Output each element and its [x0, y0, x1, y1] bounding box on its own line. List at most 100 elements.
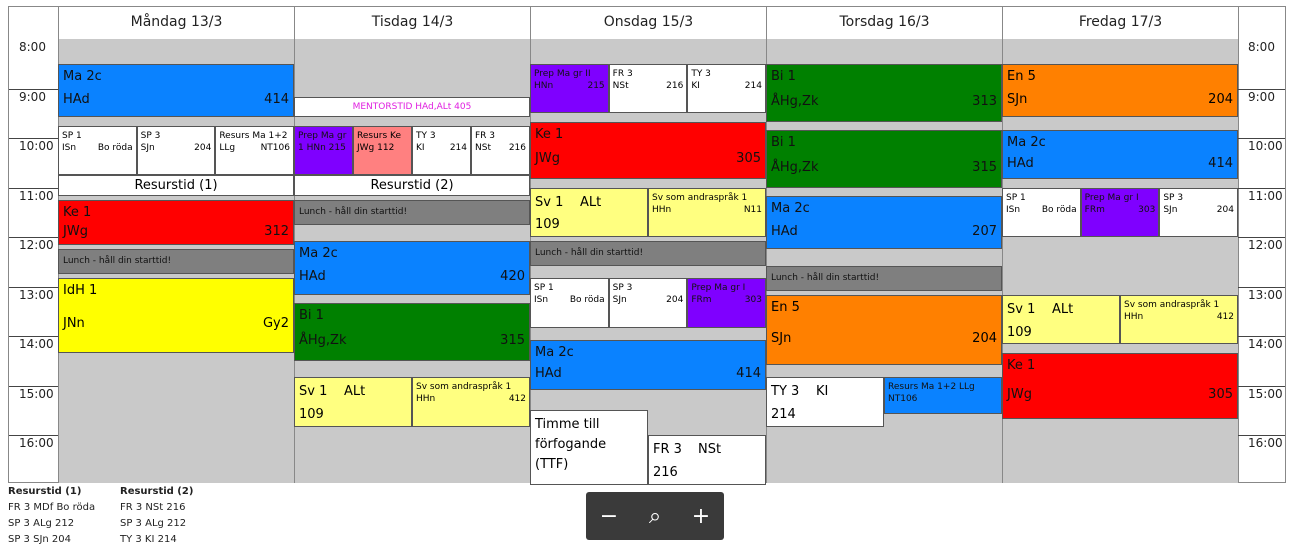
lesson-block[interactable]: SP 1 ISn Bo röda [1002, 187, 1081, 237]
lesson-block[interactable]: Prep Ma gr I FRm 303 [687, 278, 766, 328]
lesson-text: Ma 2c [535, 345, 574, 361]
lesson-block[interactable]: Resurstid (2) [294, 175, 530, 196]
lesson-block[interactable]: Ke 1 JWg 305 [1002, 352, 1238, 419]
lesson-block[interactable]: MENTORSTID HAd,ALt 405 [294, 96, 530, 118]
lesson-block[interactable]: Sv som andraspråk 1 HHn 412 [1120, 294, 1238, 345]
lesson-block[interactable]: Resurstid (1) [58, 175, 294, 196]
lesson-block[interactable]: Sv 1 ALt 109 [294, 377, 412, 427]
lesson-text: 315 [972, 159, 997, 175]
zoom-in-button[interactable]: + [681, 504, 721, 529]
lesson-text: Lunch - håll din starttid! [771, 272, 880, 283]
lesson-block[interactable]: Bi 1 ÅHg,Zk 313 [766, 63, 1002, 122]
lesson-block[interactable]: SP 1 ISn Bo röda [58, 125, 137, 176]
lesson-text: 414 [264, 91, 289, 107]
lesson-block[interactable]: En 5 SJn 204 [1002, 63, 1238, 118]
lesson-block[interactable]: IdH 1 JNn Gy2 [58, 278, 294, 353]
lesson-block[interactable]: Resurs Ke JWg 112 [353, 125, 412, 176]
lesson-text: 215 [587, 80, 605, 91]
zoom-out-button[interactable]: − [589, 504, 629, 529]
lesson-block[interactable]: Lunch - håll din starttid! [766, 265, 1002, 291]
lesson-text: Resurstid (1) [134, 177, 218, 193]
lesson-text: FR 3 [612, 68, 633, 79]
lesson-text: Sv 1 [535, 194, 564, 210]
day-header: Torsdag 16/3 [766, 7, 1002, 39]
hour-label: 13:00 [1248, 287, 1283, 302]
lesson-text: 216 [666, 80, 684, 91]
lesson-block[interactable]: Bi 1 ÅHg,Zk 315 [294, 303, 530, 361]
lesson-block[interactable]: Prep Ma gr I FRm 303 [1080, 187, 1160, 237]
lesson-text: ÅHg,Zk [299, 332, 347, 348]
lesson-text: 204 [666, 295, 684, 306]
lesson-text: SP 3 [612, 283, 633, 294]
lesson-block[interactable]: SP 1 ISn Bo röda [530, 278, 609, 328]
lesson-block[interactable]: Lunch - håll din starttid! [58, 249, 294, 275]
hour-label: 10:00 [19, 139, 54, 153]
lesson-text: HAd [299, 268, 326, 284]
lesson-text: Resurs Ma 1+2 [219, 130, 288, 141]
lesson-text: 204 [1208, 91, 1233, 107]
lesson-block[interactable]: FR 3 NSt 216 [648, 435, 766, 485]
lesson-block[interactable]: Sv 1 ALt 109 [1002, 294, 1120, 345]
lesson-block[interactable]: Resurs Ma 1+2 LLg NT106 [884, 377, 1002, 415]
lesson-block[interactable]: Ma 2c HAd 414 [530, 340, 766, 390]
lesson-block[interactable]: Sv som andraspråk 1 HHn N11 [648, 187, 766, 237]
lesson-block[interactable]: TY 3 KI 214 [766, 377, 884, 427]
lesson-block[interactable]: Bi 1 ÅHg,Zk 315 [766, 129, 1002, 188]
lesson-block[interactable]: SP 3 SJn 204 [608, 278, 688, 328]
hour-label: 12:00 [1248, 238, 1283, 252]
hour-line [1238, 385, 1285, 387]
lesson-text: HHn [416, 394, 436, 405]
lesson-text: N11 [743, 204, 762, 215]
lesson-block[interactable]: Timme till förfogande (TTF) [530, 410, 648, 485]
lesson-text: 109 [299, 407, 324, 422]
lesson-block[interactable]: Prep Ma gr II HNn 215 [530, 63, 609, 114]
legend-row: FR 3 MDf Bo röda [8, 502, 96, 513]
lesson-text: SP 3 [1163, 192, 1184, 203]
lesson-text: 313 [972, 93, 997, 109]
lesson-block[interactable]: Sv 1 ALt 109 [530, 187, 648, 237]
lesson-text: Ke 1 [535, 126, 564, 142]
lesson-block[interactable]: Resurs Ma 1+2 LLg NT106 [215, 125, 294, 176]
hour-label: 15:00 [19, 386, 54, 401]
lesson-block[interactable]: Sv som andraspråk 1 HHn 412 [412, 377, 530, 427]
lesson-block[interactable]: Lunch - håll din starttid! [294, 199, 530, 225]
lesson-block[interactable]: Ma 2c HAd 414 [58, 63, 294, 118]
lesson-block[interactable]: Ke 1 JWg 305 [530, 121, 766, 180]
hour-label: 15:00 [1248, 386, 1283, 401]
lesson-text: 420 [500, 268, 525, 284]
lesson-block[interactable]: Ma 2c HAd 207 [766, 195, 1002, 250]
lesson-text: 204 [972, 330, 997, 346]
lesson-block[interactable]: Lunch - håll din starttid! [530, 241, 766, 266]
lesson-block[interactable]: Ke 1 JWg 312 [58, 199, 294, 246]
lesson-block[interactable]: FR 3 NSt 216 [608, 63, 688, 114]
legend-row: SP 3 SJn 204 [8, 534, 71, 545]
lesson-block[interactable]: Ma 2c HAd 420 [294, 241, 530, 295]
lesson-block[interactable]: SP 3 SJn 204 [1159, 187, 1238, 237]
lesson-block[interactable]: Prep Ma gr 1 HNn 215 [294, 125, 353, 176]
lesson-block[interactable]: Ma 2c HAd 414 [1002, 129, 1238, 180]
hour-line [1238, 88, 1285, 90]
hour-label: 12:00 [19, 238, 54, 252]
lesson-text: SP 1 [62, 130, 82, 141]
lesson-text: HAd [63, 91, 90, 107]
lesson-text: Lunch - håll din starttid! [63, 256, 172, 267]
lesson-block[interactable]: En 5 SJn 204 [766, 294, 1002, 365]
lesson-text: JWg [63, 223, 88, 239]
lesson-text: ISn [534, 295, 549, 306]
lesson-block[interactable]: FR 3 NSt 216 [471, 125, 530, 176]
lesson-block[interactable]: TY 3 KI 214 [687, 63, 766, 114]
lesson-text: 305 [736, 151, 761, 167]
lesson-text: NSt [612, 80, 629, 91]
lesson-text: FRm [1084, 204, 1105, 215]
lesson-block[interactable]: SP 3 SJn 204 [136, 125, 216, 176]
hour-label: 11:00 [1248, 188, 1283, 203]
lesson-text: ISn [1006, 204, 1021, 215]
hour-line [9, 138, 58, 139]
lesson-text: Sv 1 [1007, 301, 1036, 317]
hour-line [1238, 138, 1285, 139]
lesson-block[interactable]: TY 3 KI 214 [412, 125, 471, 176]
lesson-text: HHn [652, 204, 672, 215]
lesson-text: Lunch - håll din starttid! [535, 248, 644, 258]
zoom-reset-icon[interactable]: ⌕ [635, 504, 675, 529]
hour-line [1238, 187, 1285, 189]
